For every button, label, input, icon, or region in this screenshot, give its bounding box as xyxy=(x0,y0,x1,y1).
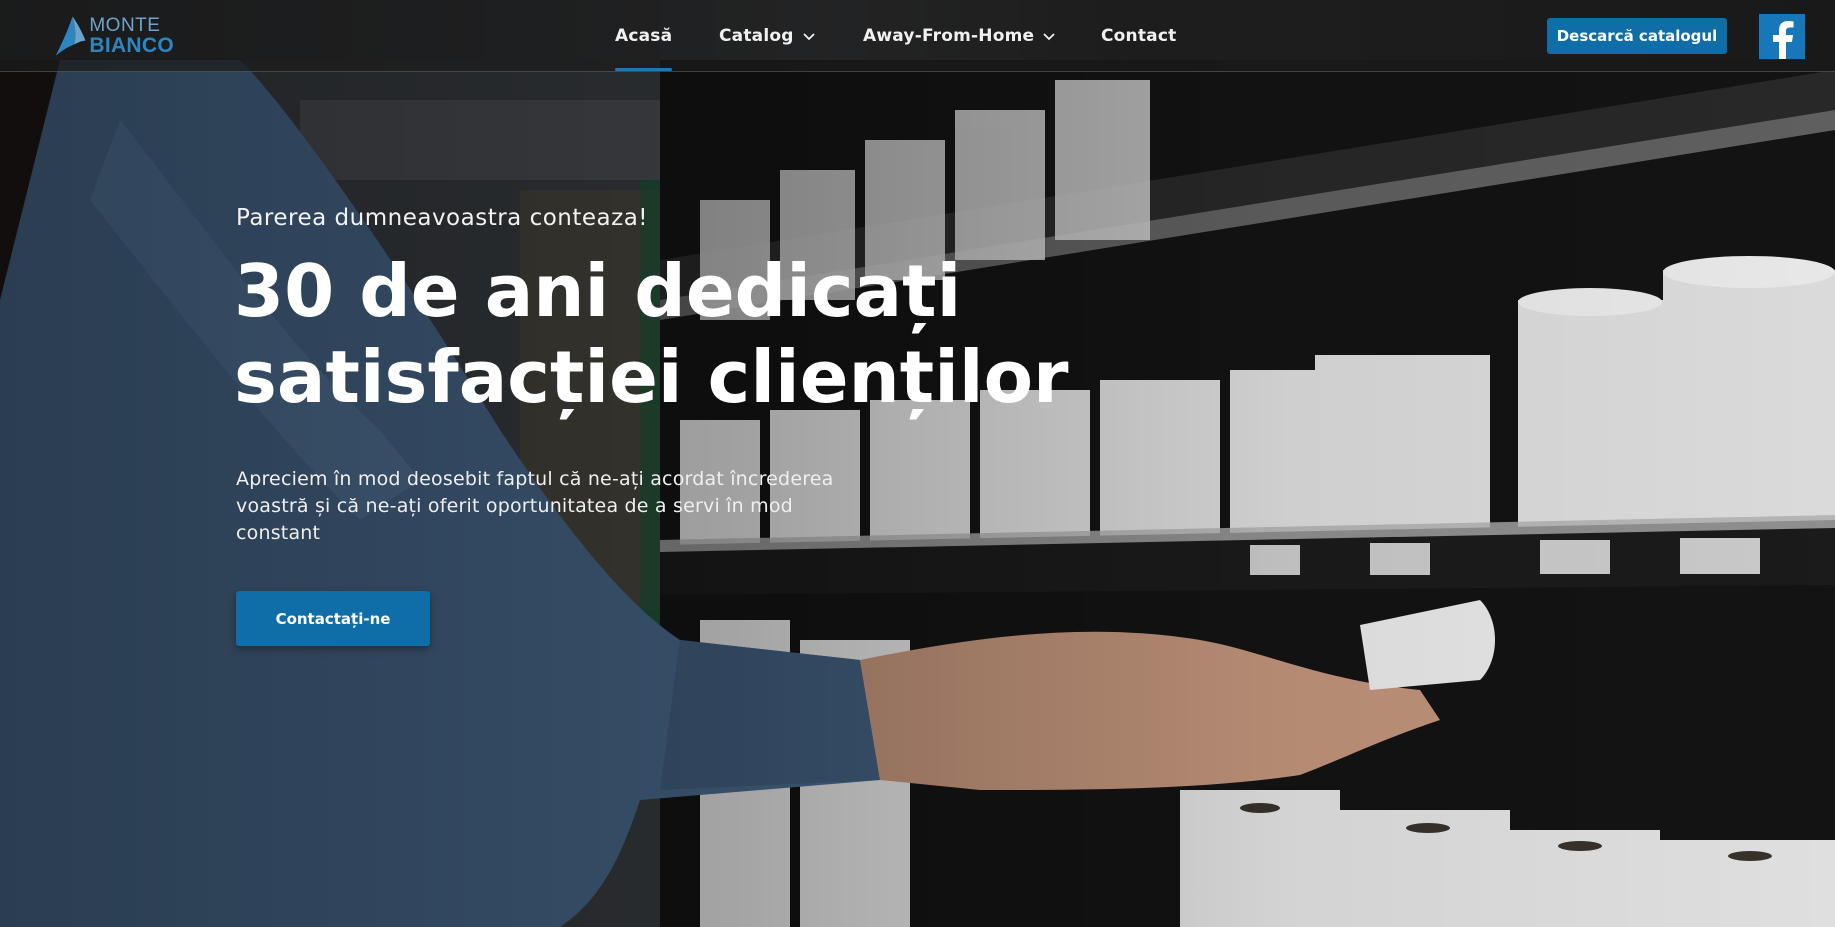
nav-item-catalog[interactable]: Catalog xyxy=(719,24,816,48)
nav-item-label: Acasă xyxy=(615,26,673,46)
facebook-icon[interactable] xyxy=(1759,14,1805,59)
site-header: MONTE BIANCO Acasă Catalog Away-From-Hom… xyxy=(0,0,1835,72)
facebook-f-glyph xyxy=(1773,21,1794,59)
hero-title: 30 de ani dedicați satisfacției cliențil… xyxy=(234,248,1134,420)
mountain-sail-icon xyxy=(55,16,86,56)
nav-item-label: Catalog xyxy=(719,26,794,46)
hero-dark-overlay xyxy=(0,0,1835,927)
nav-item-acasa[interactable]: Acasă xyxy=(615,24,673,71)
hero-title-line1: 30 de ani dedicați xyxy=(234,249,962,333)
nav-item-contact[interactable]: Contact xyxy=(1101,24,1176,48)
hero-kicker: Parerea dumneavoastra conteaza! xyxy=(236,205,649,231)
logo-text-line1: MONTE xyxy=(89,15,161,36)
download-catalog-button[interactable]: Descarcă catalogul xyxy=(1547,18,1727,54)
nav-item-label: Contact xyxy=(1101,26,1177,46)
brand-logo[interactable]: MONTE BIANCO xyxy=(54,12,174,60)
hero-title-line2: satisfacției clienților xyxy=(234,335,1069,419)
contact-us-button[interactable]: Contactați-ne xyxy=(236,591,430,646)
hero-lead-text: Apreciem în mod deosebit faptul că ne-aț… xyxy=(236,468,834,544)
chevron-down-icon xyxy=(802,33,815,41)
nav-item-away-from-home[interactable]: Away-From-Home xyxy=(863,24,1056,48)
logo-text-line2: BIANCO xyxy=(89,34,174,57)
nav-item-label: Away-From-Home xyxy=(863,26,1035,46)
chevron-down-icon xyxy=(1043,33,1055,41)
